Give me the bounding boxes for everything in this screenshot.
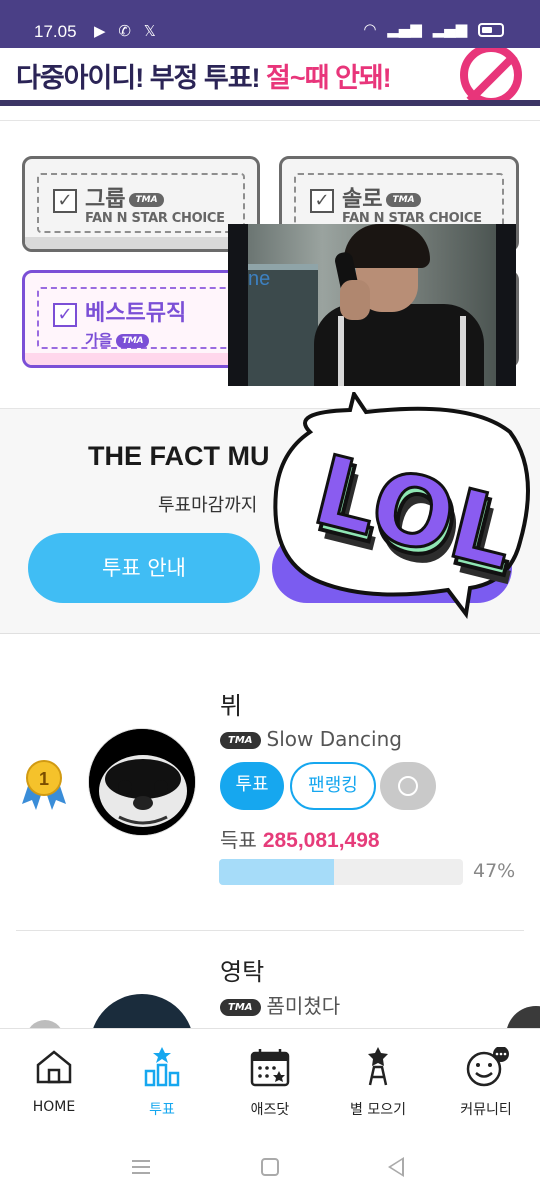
category-card-best-music[interactable]: ✓ 베스트뮤직 가을 TMA <box>22 270 260 368</box>
lol-sticker[interactable]: LOL LOL LOL <box>270 392 536 620</box>
back-icon[interactable] <box>388 1157 404 1177</box>
vote-guide-button[interactable]: 투표 안내 <box>28 533 260 603</box>
banner-headline: 다중아이디! 부정 투표! 절~때 안돼! <box>16 56 392 95</box>
battery-icon <box>478 22 504 37</box>
vote-chart-icon <box>144 1047 180 1087</box>
community-smile-icon <box>466 1047 509 1087</box>
banner-text: 다중아이디! 부정 투표! <box>16 63 267 93</box>
nav-label: HOME <box>32 1099 76 1115</box>
song-line: TMA Slow Dancing <box>220 727 402 751</box>
checkbox-icon: ✓ <box>53 189 77 213</box>
vote-progress-bar <box>219 859 463 885</box>
nav-collect-stars[interactable]: 별 모으기 <box>324 1029 432 1141</box>
vote-count-value: 285,081,498 <box>262 829 380 852</box>
card-inner: ✓ 그룹 TMA FAN N STAR CHOICE <box>37 173 245 233</box>
tma-badge: TMA <box>220 732 261 749</box>
card-subtitle: FAN N STAR CHOICE <box>85 211 225 226</box>
nav-label: 커뮤니티 <box>460 1102 512 1118</box>
banner-text-highlight: 절~때 안돼! <box>266 63 392 93</box>
no-sign-icon <box>460 48 522 106</box>
vote-title: THE FACT MU <box>88 441 270 471</box>
tma-badge: TMA <box>386 193 421 207</box>
signal-icon: ▂▄▆ <box>432 20 468 38</box>
nav-community[interactable]: 커뮤니티 <box>432 1029 540 1141</box>
nav-home[interactable]: HOME <box>0 1029 108 1141</box>
timer-button[interactable] <box>380 762 436 810</box>
card-title: 솔로 TMA <box>342 181 421 213</box>
nav-label: 투표 <box>149 1102 175 1118</box>
artist-avatar[interactable] <box>88 728 196 836</box>
svg-text:1: 1 <box>39 769 49 789</box>
nav-label: 애즈닷 <box>250 1102 290 1118</box>
status-bar: 17.05 ▶ ✆ 𝕏 ◠ ▂▄▆ ▂▄▆ <box>0 0 540 48</box>
notice-banner[interactable]: 다중아이디! 부정 투표! 절~때 안돼! <box>0 48 540 106</box>
card-inner: ✓ 베스트뮤직 가을 TMA <box>37 287 245 349</box>
vote-percent: 47% <box>473 860 516 882</box>
x-icon: 𝕏 <box>143 22 156 40</box>
wifi-icon: ◠ <box>363 20 377 38</box>
bottom-nav: HOME 투표 애즈닷 별 모으기 커뮤니티 <box>0 1028 540 1140</box>
card-subtitle: 가을 TMA <box>85 329 150 350</box>
card-title: 베스트뮤직 <box>85 301 187 326</box>
song-title: Slow Dancing <box>266 727 402 751</box>
nav-vote[interactable]: 투표 <box>108 1029 216 1141</box>
notification-icons: ▶ ✆ 𝕏 <box>94 22 164 40</box>
system-icons: ◠ ▂▄▆ ▂▄▆ <box>357 20 504 38</box>
whatsapp-icon: ✆ <box>118 22 131 40</box>
artist-name: 영탁 <box>220 958 265 986</box>
tma-badge: TMA <box>129 193 164 207</box>
calendar-icon <box>250 1049 290 1087</box>
vote-progress-fill <box>219 859 334 885</box>
vote-count: 득표 285,081,498 <box>220 828 380 852</box>
divider <box>16 930 524 931</box>
home-button-icon[interactable] <box>261 1158 279 1176</box>
vote-button[interactable]: 투표 <box>220 762 284 810</box>
recent-apps-icon[interactable] <box>132 1160 150 1174</box>
home-icon <box>36 1050 72 1084</box>
signal-icon: ▂▄▆ <box>387 20 422 38</box>
nav-calendar[interactable]: 애즈닷 <box>216 1029 324 1141</box>
floating-video[interactable]: ne <box>228 224 516 386</box>
checkbox-icon: ✓ <box>53 303 77 327</box>
tma-badge: TMA <box>220 999 261 1016</box>
card-title: 그룹 TMA <box>85 181 164 213</box>
tma-badge: TMA <box>116 333 150 348</box>
fan-ranking-button[interactable]: 팬랭킹 <box>290 762 376 810</box>
banner-underline <box>0 100 540 106</box>
song-line: TMA 폼미쳤다 <box>220 990 340 1019</box>
artist-name: 뷔 <box>220 692 243 720</box>
star-tower-icon <box>368 1047 388 1086</box>
nav-label: 별 모으기 <box>350 1102 406 1118</box>
song-title: 폼미쳤다 <box>266 994 341 1018</box>
divider <box>0 120 540 121</box>
system-nav-bar <box>0 1140 540 1200</box>
gold-medal-icon: 1 <box>22 760 66 810</box>
category-card-group[interactable]: ✓ 그룹 TMA FAN N STAR CHOICE <box>22 156 260 252</box>
checkbox-icon: ✓ <box>310 189 334 213</box>
youtube-icon: ▶ <box>94 22 106 40</box>
vote-deadline: 투표마감까지 <box>158 495 258 516</box>
status-time: 17.05 <box>34 22 77 41</box>
